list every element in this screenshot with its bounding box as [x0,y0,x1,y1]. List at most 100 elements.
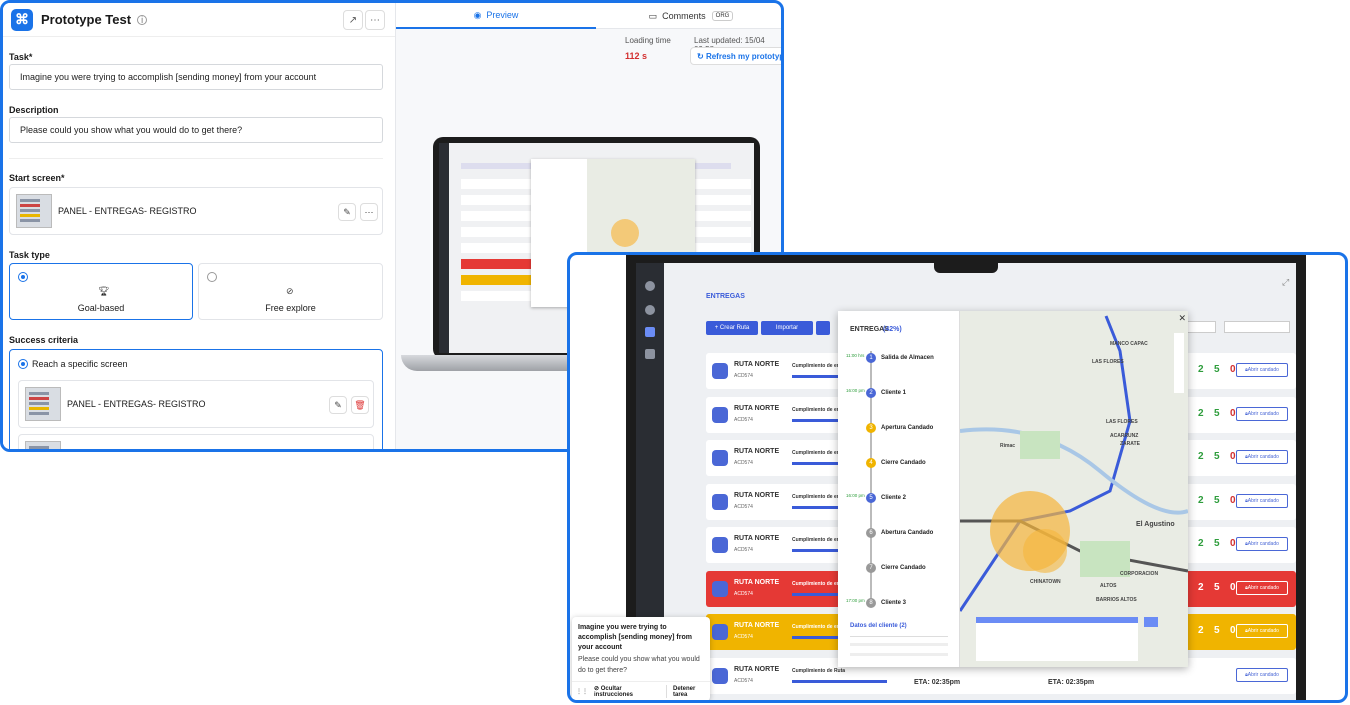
goal-based-option[interactable]: 🏆︎ Goal-based [9,263,193,320]
step-number: 4 [866,458,876,468]
route-icon [712,363,728,379]
step-number: 2 [866,388,876,398]
route-code: ACD574 [734,677,753,684]
route-code: ACD574 [734,634,753,640]
instruction-description: Please could you show what you would do … [578,656,700,674]
open-lock-button[interactable]: 🔒︎ Abrir candado [1236,537,1288,551]
edit-icon[interactable]: ✎ [329,396,347,414]
open-lock-button[interactable]: 🔒︎ Abrir candado [1236,667,1288,682]
route-map[interactable]: MANCO CAPAC LAS FLORES LAS FLORES Rimac ACAR… [960,311,1188,667]
goal-based-radio[interactable] [18,272,28,282]
map-label: BARRIOS ALTOS [1096,597,1137,603]
open-lock-button[interactable]: 🔒︎ Abrir candado [1236,363,1288,377]
step-label: Cliente 1 [881,390,907,396]
count-2: 2 [1198,494,1204,506]
screen-thumbnail [25,387,61,421]
app-logo-icon: ⌘ [11,8,33,31]
import-button[interactable]: Importar [761,321,813,335]
edit-icon[interactable]: ✎ [338,203,356,221]
open-lock-button[interactable]: 🔒︎ Abrir candado [1236,406,1288,421]
start-screen-name: PANEL - ENTREGAS- REGISTRO [58,206,197,216]
map-controls[interactable] [1174,333,1184,393]
map-label: Rimac [1000,443,1016,449]
map-label: CORPORACION [1120,571,1159,577]
count-4: 0 [1230,581,1236,593]
step-label: Cliente 2 [881,495,907,501]
loading-time-label: Loading time [625,36,671,45]
count-4: 0 [1230,364,1236,375]
eta-2: ETA: 02:35pm [1048,679,1095,686]
collapse-icon[interactable] [1144,617,1158,627]
count-3: 5 [1214,625,1220,636]
fullscreen-icon[interactable]: ⤢ [1282,277,1289,288]
route-icon [712,493,728,510]
goal-based-label: Goal-based [77,303,125,313]
count-3: 5 [1214,451,1220,462]
open-lock-button[interactable]: 🔒︎ Abrir candado [1236,580,1288,595]
step-label: Abertura Candado [881,530,934,536]
route-code: ACD574 [734,460,753,466]
success-criteria-card[interactable]: Reach a specific screen PANEL - ENTREGAS… [9,349,383,449]
user-icon[interactable] [645,305,655,315]
close-icon[interactable]: ✕ [1178,313,1186,324]
open-external-icon[interactable]: ↗ [343,10,363,30]
open-lock-button[interactable]: 🔒︎ Abrir candado [1236,624,1288,638]
chart-icon[interactable] [645,349,655,359]
timeline-panel: ENTREGAS (42%) 11:00 hrs 1 Salida de Alm… [838,311,960,667]
refresh-icon: ↻ [697,52,706,61]
info-icon[interactable]: i [137,14,148,25]
stop-task-button[interactable]: Detener tarea [673,686,710,698]
map-label: CHINATOWN [1030,579,1061,585]
success-screen-card[interactable]: PANEL - ENTREGAS- REGISTRO ✎ 🗑︎ [18,380,374,428]
prototype-live-window: ENTREGAS + Crear Ruta Importar ⤢ RUTA NO… [567,252,1348,703]
panel-header: ⌘ Prototype Test i ↗ ⋯ [3,3,395,37]
count-4: 0 [1230,451,1236,462]
prototype-screen[interactable]: ENTREGAS + Crear Ruta Importar ⤢ RUTA NO… [636,263,1296,700]
refresh-prototype-button[interactable]: ↻ Refresh my prototype [690,47,781,65]
create-route-button[interactable]: + Crear Ruta [706,321,758,335]
step-number: 7 [866,563,876,573]
client-data-link[interactable]: Datos del cliente (2) [850,623,907,629]
count-4: 0 [1230,538,1236,549]
date-to-input[interactable] [1224,321,1290,333]
start-screen-card[interactable]: PANEL - ENTREGAS- REGISTRO ✎ ⋯ [9,187,383,235]
free-explore-option[interactable]: ⊘ Free explore [198,263,383,320]
map-canvas [960,311,1188,667]
drag-handle-icon[interactable]: ⋮⋮ [576,688,588,695]
delete-icon[interactable]: 🗑︎ [351,396,369,414]
count-2: 2 [1198,407,1204,419]
instructions-panel: Imagine you were trying to accomplish [s… [572,617,710,700]
tab-preview[interactable]: ◉ Preview [396,3,596,29]
free-explore-radio[interactable] [207,272,217,282]
success-screen-card-2[interactable] [18,434,374,449]
hide-instructions-button[interactable]: ⊘ Ocultar instrucciones [594,685,667,698]
open-lock-button[interactable]: 🔒︎ Abrir candado [1236,493,1288,508]
more-icon[interactable]: ⋯ [360,203,378,221]
trophy-icon: 🏆︎ [98,286,110,296]
description-input[interactable]: Please could you show what you would do … [9,117,383,143]
map-label: LAS FLORES [1092,359,1124,365]
route-icon[interactable] [816,321,830,335]
route-icon [712,537,728,553]
eye-icon: ◉ [473,9,482,20]
route-title: RUTA NORTE [734,404,780,412]
comment-icon: ▭ [648,10,658,21]
success-criteria-label: Success criteria [9,335,79,345]
deliveries-icon[interactable] [645,327,655,337]
compass-icon: ⊘ [286,286,294,296]
step-time: 17:00 pm [846,598,865,603]
description-label: Description [9,105,59,115]
tab-comments[interactable]: ▭ Comments ORG [596,3,781,29]
more-options-icon[interactable]: ⋯ [365,10,385,30]
eta-1: ETA: 02:35pm [914,679,961,686]
reach-screen-radio[interactable] [18,359,28,369]
count-4: 0 [1230,625,1236,636]
map-label: ZARATE [1120,441,1140,447]
modal-percent: (42%) [883,326,902,333]
step-number: 8 [866,598,876,608]
app-logo-icon[interactable] [645,281,655,291]
instruction-task: Imagine you were trying to accomplish [s… [578,624,692,651]
open-lock-button[interactable]: 🔒︎ Abrir candado [1236,450,1288,464]
task-input[interactable]: Imagine you were trying to accomplish [s… [9,64,383,90]
task-editor-panel: ⌘ Prototype Test i ↗ ⋯ Task* Imagine you… [3,3,396,449]
